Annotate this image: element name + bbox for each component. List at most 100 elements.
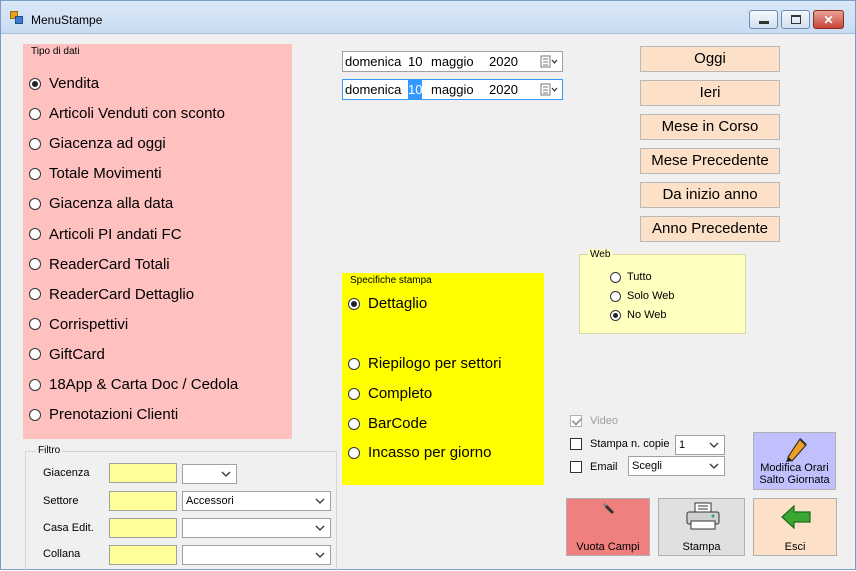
settore-input[interactable] <box>109 491 177 511</box>
collana-combo[interactable] <box>182 545 331 565</box>
tipo-dati-radio-label: Articoli PI andati FC <box>49 225 182 243</box>
tipo-dati-radio[interactable] <box>29 348 41 361</box>
close-button[interactable]: ✕ <box>813 10 844 29</box>
email-label: Email <box>590 461 618 473</box>
tipo-dati-group: Tipo di dati Vendita Articoli Venduti con… <box>23 44 292 439</box>
specifiche-radio-row[interactable]: Incasso per giorno <box>348 444 491 461</box>
vuota-campi-label: Vuota Campi <box>576 541 640 553</box>
collana-label: Collana <box>43 548 81 560</box>
tipo-dati-radio[interactable] <box>29 378 41 391</box>
title-bar[interactable]: MenuStampe ✕ <box>1 1 855 34</box>
specifiche-radio-row[interactable]: BarCode <box>348 415 427 432</box>
tipo-dati-radio-row[interactable]: Vendita <box>29 75 99 92</box>
tipo-dati-radio[interactable] <box>29 228 41 240</box>
specifiche-stampa-title: Specifiche stampa <box>348 275 434 286</box>
calendar-dropdown-icon[interactable] <box>540 55 558 69</box>
tipo-dati-radio-row[interactable]: ReaderCard Dettaglio <box>29 286 194 303</box>
specifiche-radio-label: BarCode <box>368 415 428 432</box>
date-from-picker[interactable]: domenica 10 maggio 2020 <box>342 51 563 72</box>
chevron-down-icon <box>315 519 327 537</box>
tipo-dati-radio-row[interactable]: ReaderCard Totali <box>29 256 170 273</box>
video-checkbox[interactable] <box>570 415 582 427</box>
settore-combo[interactable]: Accessori <box>182 491 331 511</box>
vuota-campi-button[interactable]: Vuota Campi <box>566 498 650 556</box>
tipo-dati-title: Tipo di dati <box>29 46 82 57</box>
email-checkbox[interactable] <box>570 461 582 473</box>
specifiche-radio-row[interactable]: Riepilogo per settori <box>348 355 501 372</box>
modifica-orari-button[interactable]: Modifica Orari Salto Giornata <box>753 432 836 490</box>
tipo-dati-radio-row[interactable]: 18App & Carta Doc / Cedola <box>29 376 238 393</box>
web-radio-label: No Web <box>627 309 667 321</box>
tipo-dati-radio-label: Articoli Venduti con sconto <box>49 105 225 123</box>
collana-input[interactable] <box>109 545 177 565</box>
filtro-title: Filtro <box>36 445 63 456</box>
specifiche-radio-row[interactable]: Dettaglio <box>348 295 427 312</box>
calendar-dropdown-icon[interactable] <box>540 83 558 97</box>
casa-edit-input[interactable] <box>109 518 177 538</box>
modifica-label-1: Modifica Orari <box>760 462 829 474</box>
tipo-dati-radio[interactable] <box>29 197 41 210</box>
specifiche-radio[interactable] <box>348 446 360 459</box>
giacenza-input[interactable] <box>109 463 177 483</box>
settore-label: Settore <box>43 495 79 507</box>
specifiche-radio[interactable] <box>348 387 360 400</box>
tipo-dati-radio-row[interactable]: Giacenza alla data <box>29 195 173 212</box>
tipo-dati-radio-row[interactable]: Articoli Venduti con sconto <box>29 105 225 122</box>
tipo-dati-radio-label: Giacenza ad oggi <box>49 135 166 153</box>
tipo-dati-radio-row[interactable]: Prenotazioni Clienti <box>29 406 178 423</box>
tipo-dati-radio-row[interactable]: Corrispettivi <box>29 316 128 333</box>
date-day-selected[interactable]: 10 <box>408 80 423 99</box>
specifiche-radio[interactable] <box>348 357 360 370</box>
web-radio-row[interactable]: Solo Web <box>610 290 675 302</box>
esci-button[interactable]: Esci <box>753 498 837 556</box>
web-radio-row[interactable]: No Web <box>610 309 667 321</box>
web-radio[interactable] <box>610 290 621 302</box>
maximize-button[interactable] <box>781 10 810 29</box>
mese-in-corso-button[interactable]: Mese in Corso <box>640 114 780 140</box>
arrow-left-icon <box>781 504 811 530</box>
tipo-dati-radio-row[interactable]: Totale Movimenti <box>29 165 162 182</box>
anno-precedente-button[interactable]: Anno Precedente <box>640 216 780 242</box>
tipo-dati-radio[interactable] <box>29 167 41 180</box>
email-combo[interactable]: Scegli <box>628 456 725 476</box>
web-radio[interactable] <box>610 309 621 321</box>
email-checkbox-row[interactable]: Email <box>570 461 618 473</box>
chevron-down-icon <box>221 465 233 483</box>
da-inizio-anno-button[interactable]: Da inizio anno <box>640 182 780 208</box>
specifiche-radio[interactable] <box>348 297 360 310</box>
chevron-down-icon <box>709 457 721 475</box>
casa-edit-combo[interactable] <box>182 518 331 538</box>
giacenza-combo[interactable] <box>182 464 237 484</box>
tipo-dati-radio[interactable] <box>29 77 41 90</box>
tipo-dati-radio[interactable] <box>29 288 41 301</box>
tipo-dati-radio-row[interactable]: Articoli PI andati FC <box>29 226 182 243</box>
tipo-dati-radio[interactable] <box>29 408 41 421</box>
specifiche-stampa-group: Specifiche stampa Dettaglio Riepilogo per… <box>342 273 544 485</box>
tipo-dati-radio[interactable] <box>29 318 41 331</box>
tipo-dati-radio[interactable] <box>29 107 41 120</box>
stampa-button[interactable]: Stampa <box>658 498 745 556</box>
tipo-dati-radio[interactable] <box>29 137 41 150</box>
minimize-button[interactable] <box>749 10 778 29</box>
tipo-dati-radio-label: 18App & Carta Doc / Cedola <box>49 376 239 393</box>
specifiche-radio[interactable] <box>348 417 360 430</box>
copies-combo[interactable]: 1 <box>675 435 725 455</box>
video-checkbox-row[interactable]: Video <box>570 415 618 427</box>
tipo-dati-radio-row[interactable]: GiftCard <box>29 346 105 363</box>
pencil-icon <box>602 502 615 515</box>
stampa-copie-checkbox[interactable] <box>570 438 582 450</box>
specifiche-radio-row[interactable]: Completo <box>348 385 432 402</box>
web-radio-row[interactable]: Tutto <box>610 271 652 283</box>
ieri-button[interactable]: Ieri <box>640 80 780 106</box>
printer-icon <box>686 502 720 530</box>
mese-precedente-button[interactable]: Mese Precedente <box>640 148 780 174</box>
window-title: MenuStampe <box>31 13 103 27</box>
date-to-picker[interactable]: domenica 10 maggio 2020 <box>342 79 563 100</box>
tipo-dati-radio[interactable] <box>29 258 41 271</box>
tipo-dati-radio-row[interactable]: Giacenza ad oggi <box>29 135 166 152</box>
modifica-label-2: Salto Giornata <box>759 474 830 486</box>
web-group: Web Tutto Solo Web No Web <box>579 249 746 334</box>
stampa-copie-checkbox-row[interactable]: Stampa n. copie <box>570 438 670 450</box>
web-radio[interactable] <box>610 271 621 283</box>
oggi-button[interactable]: Oggi <box>640 46 780 72</box>
